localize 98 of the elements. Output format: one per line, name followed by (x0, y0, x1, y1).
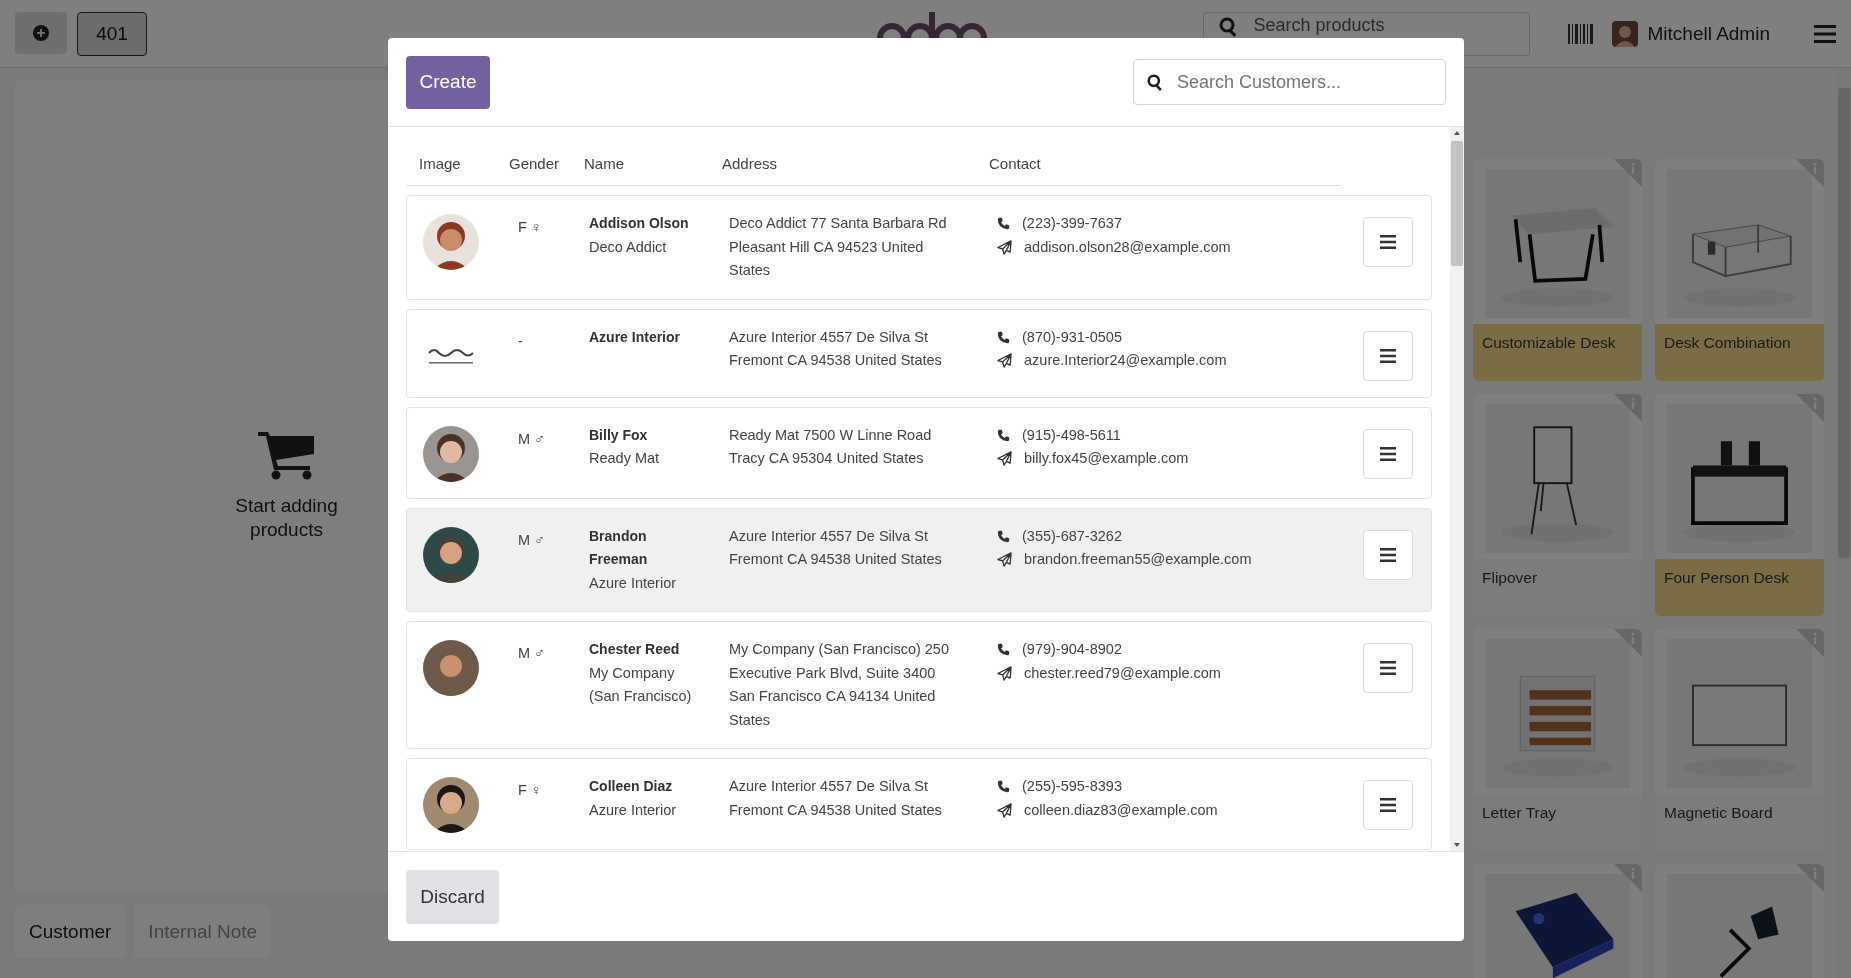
address-text: Azure Interior 4557 De Silva St Fremont CA 94538 United States (729, 327, 943, 370)
search-icon (1218, 16, 1239, 37)
menu-button[interactable] (1363, 330, 1413, 381)
menu-icon (1380, 446, 1396, 461)
address-text: Ready Mat 7500 W Linne Road Tracy CA 95304 United States (729, 425, 933, 468)
menu-button[interactable] (1363, 217, 1413, 267)
menu-icon (1380, 798, 1396, 812)
send-icon (997, 552, 1012, 568)
phone-icon (997, 217, 1010, 231)
customer-button[interactable]: Customer (15, 905, 126, 958)
add-order-button[interactable] (15, 11, 67, 54)
note-button[interactable]: Internal Note (134, 905, 272, 958)
barcode-icon[interactable] (1567, 23, 1594, 44)
customer-name: Brandon Freeman (589, 526, 649, 569)
email-address: chester.reed79@example.com (1024, 663, 1221, 683)
menu-button[interactable] (1363, 643, 1413, 693)
gender-text: M ♂ (518, 644, 546, 663)
product-name: Letter Tray (1482, 804, 1557, 821)
customer-row[interactable]: F ♀ Addison Olson Deco Addict Deco Addict 77 Santa Barbara Rd Pleasant Hill CA 94523 United States (223)-399-7637 addison.olson28@example.com (406, 195, 1432, 300)
phone-icon (997, 780, 1010, 794)
email-address: brandon.freeman55@example.com (1024, 550, 1252, 569)
customer-name: Azure Interior (589, 327, 681, 347)
customer-name: Chester Reed (589, 640, 681, 659)
menu-button[interactable] (1363, 780, 1413, 830)
company-name: Deco Addict (589, 237, 668, 257)
menu-icon (1380, 661, 1396, 675)
phone-number: (255)-595-8393 (1022, 777, 1122, 796)
user-name[interactable]: Mitchell Admin (1647, 22, 1770, 45)
customer-row[interactable]: M ♂ Brandon Freeman Azure Interior Azure Interior 4557 De Silva St Fremont CA 94538 United States (355)-687-3262 brandon.freeman55@example.com (406, 507, 1432, 612)
column-header: Contact (989, 155, 1041, 172)
phone-icon (997, 529, 1010, 543)
menu-icon (1380, 547, 1396, 562)
gender-text: M ♂ (518, 530, 546, 550)
menu-icon (1380, 235, 1396, 249)
email-address: azure.Interior24@example.com (1024, 351, 1227, 370)
empty-message: Start adding products (234, 494, 339, 542)
scroll-down-icon[interactable] (1451, 841, 1463, 849)
product-name: Four Person Desk (1664, 569, 1789, 586)
email-address: addison.olson28@example.com (1024, 237, 1231, 257)
address-text: Azure Interior 4557 De Silva St Fremont CA 94538 United States (729, 777, 943, 820)
gender-text: - (518, 331, 524, 351)
product-card[interactable]: Four Person Desk (1655, 394, 1824, 616)
gender-text: F ♀ (518, 781, 543, 800)
product-name: Desk Combination (1664, 334, 1791, 351)
menu-icon (1380, 348, 1396, 363)
customer-name: Addison Olson (589, 214, 690, 233)
gender-text: F ♀ (518, 218, 543, 237)
column-header: Image (418, 155, 462, 172)
menu-button[interactable] (1363, 529, 1413, 580)
customer-row[interactable]: M ♂ Billy Fox Ready Mat Ready Mat 7500 W Linne Road Tracy CA 95304 United States (915)-498-5611 billy.fox45@example.com (406, 406, 1432, 499)
send-icon (997, 239, 1012, 255)
customer-row[interactable]: - Azure Interior Azure Interior 4557 De Silva St Fremont CA 94538 United States (870)-931-0505 azure.Interior24@example.com (406, 308, 1432, 398)
customer-row[interactable]: M ♂ Chester Reed My Company (San Francisco) My Company (San Francisco) 250 Executive Park Blvd, Suite 3400 San Francisco CA 94134 United States (979)-904-8902 chester.reed79@example.com (406, 621, 1432, 749)
product-card[interactable]: Customizable Desk (1473, 159, 1642, 381)
order-tab[interactable]: 401 (77, 11, 147, 56)
search-field[interactable]: Search Customers... (1133, 59, 1446, 105)
phone-icon (997, 428, 1010, 442)
product-name: Magnetic Board (1664, 804, 1773, 821)
address-text: Deco Addict 77 Santa Barbara Rd Pleasant Hill CA 94523 United States (729, 214, 948, 280)
customer-name: Billy Fox (589, 425, 649, 445)
company-name: Azure Interior (589, 573, 678, 593)
product-name: Flipover (1482, 569, 1538, 586)
customer-name: Colleen Diaz (589, 777, 674, 796)
phone-number: (223)-399-7637 (1022, 214, 1122, 233)
gender-text: M ♂ (518, 429, 546, 449)
phone-number: (355)-687-3262 (1022, 526, 1122, 546)
column-header: Gender (509, 155, 561, 172)
column-header: Address (722, 155, 779, 172)
product-card[interactable]: Desk Combination (1655, 159, 1824, 381)
email-address: billy.fox45@example.com (1024, 449, 1189, 468)
create-button[interactable]: Create (406, 55, 490, 109)
discard-button[interactable]: Discard (406, 869, 499, 924)
menu-icon[interactable] (1814, 24, 1836, 43)
menu-button[interactable] (1363, 428, 1413, 479)
send-icon (997, 353, 1012, 369)
avatar-icon (1611, 20, 1638, 47)
phone-icon (997, 643, 1010, 657)
search-icon (1147, 74, 1164, 91)
company-name: Azure Interior (589, 800, 678, 820)
column-header: Name (584, 155, 625, 172)
company-name: My Company (San Francisco) (589, 663, 693, 706)
address-text: Azure Interior 4557 De Silva St Fremont CA 94538 United States (729, 526, 943, 569)
phone-number: (915)-498-5611 (1022, 425, 1121, 445)
address-text: My Company (San Francisco) 250 Executive Park Blvd, Suite 3400 San Francisco CA 94134 United States (729, 640, 950, 730)
cart-icon (257, 430, 316, 480)
phone-number: (870)-931-0505 (1022, 327, 1122, 347)
company-name: Ready Mat (589, 449, 661, 468)
scrollbar-thumb[interactable] (1451, 141, 1463, 266)
scroll-up-icon[interactable] (1451, 129, 1463, 137)
send-icon (997, 802, 1012, 818)
phone-icon (997, 330, 1010, 344)
email-address: colleen.diaz83@example.com (1024, 800, 1218, 820)
product-name: Customizable Desk (1482, 334, 1616, 351)
plus-icon (33, 24, 49, 41)
customer-row[interactable]: F ♀ Colleen Diaz Azure Interior Azure Interior 4557 De Silva St Fremont CA 94538 United States (255)-595-8393 colleen.diaz83@example.com (406, 758, 1432, 850)
send-icon (997, 665, 1012, 681)
send-icon (997, 451, 1012, 467)
phone-number: (979)-904-8902 (1022, 640, 1122, 659)
